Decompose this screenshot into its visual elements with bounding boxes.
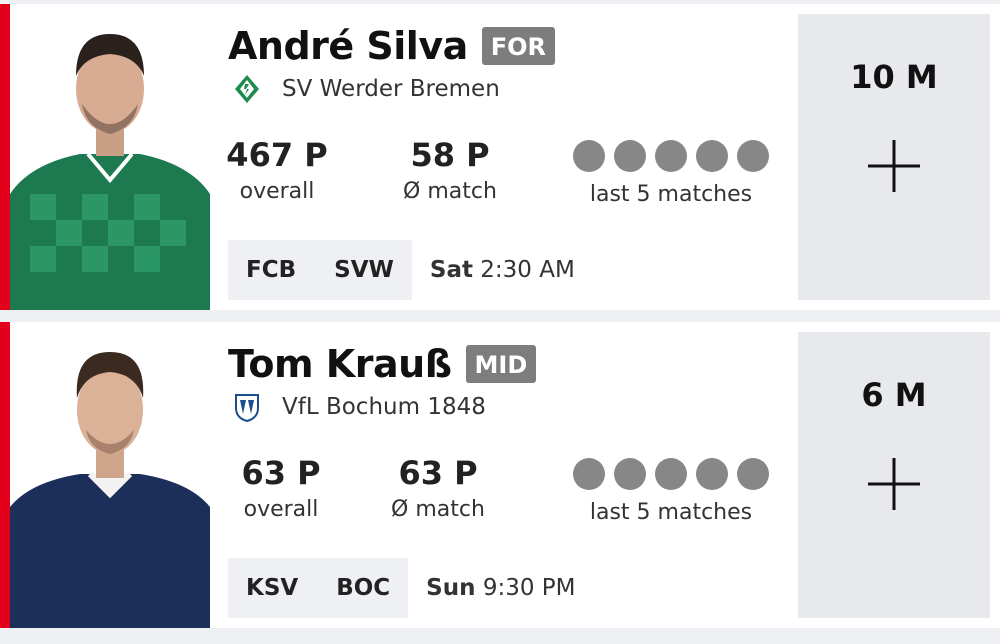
- form-dot: [614, 140, 646, 172]
- position-badge: FOR: [481, 26, 556, 66]
- form-dot: [737, 458, 769, 490]
- player-price: 10 M: [850, 58, 938, 96]
- next-fixture: FCB SVW Sat 2:30 AM: [228, 240, 575, 300]
- player-name: André Silva: [228, 24, 468, 68]
- fixture-away-team: BOC: [336, 575, 391, 601]
- recent-form-label: last 5 matches: [589, 182, 753, 207]
- average-points-stat: 58 P Ø match: [394, 136, 506, 205]
- form-dot: [696, 458, 728, 490]
- form-dot: [573, 140, 605, 172]
- club-name: SV Werder Bremen: [282, 76, 500, 102]
- price-panel[interactable]: 6 M: [798, 332, 990, 618]
- player-card[interactable]: André Silva FOR SV Werder Bremen 467 P o…: [0, 4, 1000, 310]
- form-dot: [614, 458, 646, 490]
- fixture-home-team: FCB: [246, 257, 297, 283]
- average-points-stat: 63 P Ø match: [382, 454, 494, 523]
- average-points-label: Ø match: [403, 179, 497, 205]
- overall-points-label: overall: [239, 179, 315, 205]
- kickoff-time: 2:30 AM: [480, 257, 575, 283]
- kickoff-day: Sat: [429, 257, 473, 283]
- average-points-label: Ø match: [391, 497, 485, 523]
- player-card[interactable]: Tom Krauß MID VfL Bochum 1848 63 P overa…: [0, 322, 1000, 628]
- form-dot: [737, 140, 769, 172]
- bochum-crest-icon: [235, 394, 259, 422]
- overall-points-stat: 467 P overall: [226, 136, 328, 205]
- average-points-value: 58 P: [410, 136, 490, 174]
- position-badge: MID: [465, 344, 537, 384]
- player-list: André Silva FOR SV Werder Bremen 467 P o…: [0, 0, 1000, 644]
- recent-form: last 5 matches: [572, 140, 770, 207]
- form-dot: [655, 458, 687, 490]
- fixture-kickoff: Sun 9:30 PM: [426, 575, 575, 601]
- form-dot: [573, 458, 605, 490]
- overall-points-label: overall: [243, 497, 319, 523]
- fixture-home-team: KSV: [246, 575, 299, 601]
- werder-bremen-crest-icon: [235, 75, 259, 103]
- overall-points-stat: 63 P overall: [226, 454, 336, 523]
- overall-points-value: 467 P: [226, 136, 328, 174]
- player-photo: [10, 322, 210, 628]
- player-photo: [10, 4, 210, 310]
- price-panel[interactable]: 10 M: [798, 14, 990, 300]
- selection-accent-bar: [0, 4, 10, 310]
- kickoff-time: 9:30 PM: [482, 575, 576, 601]
- plus-icon[interactable]: [864, 136, 924, 196]
- player-name: Tom Krauß: [228, 342, 452, 386]
- next-fixture: KSV BOC Sun 9:30 PM: [228, 558, 576, 618]
- player-price: 6 M: [861, 376, 927, 414]
- plus-icon[interactable]: [864, 454, 924, 514]
- overall-points-value: 63 P: [241, 454, 321, 492]
- form-dot: [696, 140, 728, 172]
- form-dot: [655, 140, 687, 172]
- kickoff-day: Sun: [426, 575, 476, 601]
- club-name: VfL Bochum 1848: [282, 394, 486, 420]
- fixture-kickoff: Sat 2:30 AM: [430, 257, 575, 283]
- selection-accent-bar: [0, 322, 10, 628]
- recent-form: last 5 matches: [572, 458, 770, 525]
- fixture-away-team: SVW: [334, 257, 394, 283]
- average-points-value: 63 P: [398, 454, 478, 492]
- recent-form-label: last 5 matches: [589, 500, 753, 525]
